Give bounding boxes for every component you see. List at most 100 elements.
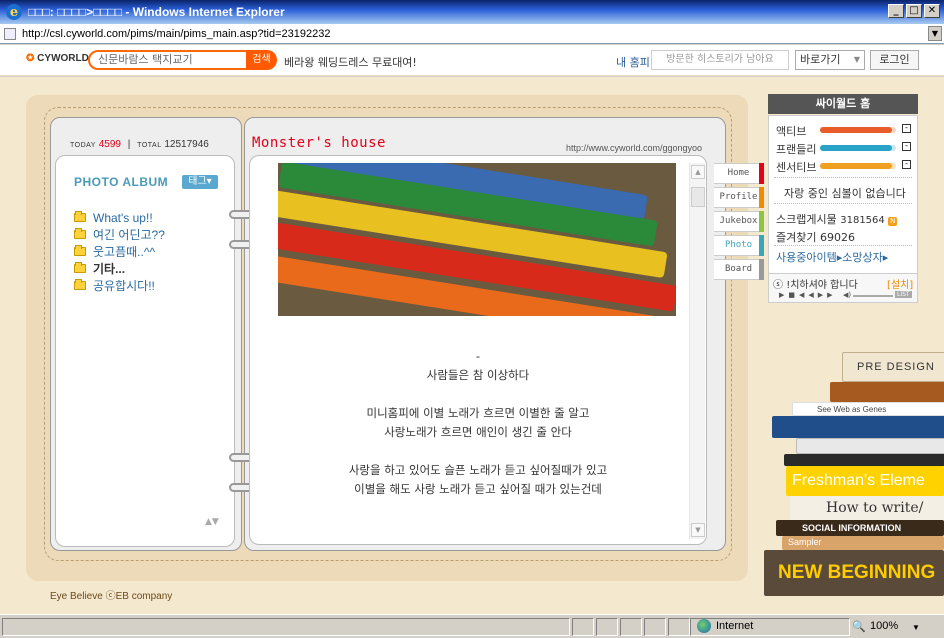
visitor-counter: TODAY 4599 | TOTAL 12517946 <box>70 139 209 150</box>
status-message <box>2 618 570 636</box>
footer-credit: Eye Believe ⓒEB company <box>50 591 173 602</box>
favorites-count[interactable]: 즐겨찾기 69026 <box>776 229 855 245</box>
book-spine <box>796 438 944 454</box>
book-spine: NEW BEGINNING <box>764 550 944 596</box>
post-text: - 사람들은 참 이상하다 미니홈피에 이별 노래가 흐르면 이별한 줄 알고 … <box>348 349 608 496</box>
zoom-dropdown-icon[interactable]: ▼ <box>912 623 920 632</box>
address-bar[interactable]: http://csl.cyworld.com/pims/main/pims_ma… <box>0 24 944 44</box>
search-input[interactable]: 신문바람스 택지교기 <box>88 50 248 70</box>
volume-icon: ◀) <box>843 291 852 299</box>
ie-logo-icon: e <box>6 4 22 20</box>
folder-item[interactable]: 기타... <box>74 260 165 277</box>
total-count: 12517946 <box>164 139 209 150</box>
book-spine: Sampler <box>782 536 944 550</box>
search-button[interactable]: 검색 <box>246 50 277 70</box>
zoom-level[interactable]: 100% <box>870 620 898 632</box>
maximize-button[interactable]: □ <box>906 4 922 18</box>
post-scrollbar[interactable]: ▲ ▼ <box>689 163 705 539</box>
player-controls[interactable]: ▶■◀◀▶▶ <box>779 291 837 299</box>
stat-sensitive-bar <box>820 163 896 169</box>
cyworld-logo[interactable]: ✪ CYWORLD <box>26 53 89 64</box>
page-icon <box>4 27 16 40</box>
login-button[interactable]: 로그인 <box>870 50 919 70</box>
scroll-up-icon[interactable]: ▲ <box>691 165 705 179</box>
album-title: PHOTO ALBUM <box>74 175 169 189</box>
scroll-arrows-icon[interactable]: ▲▼ <box>205 517 219 527</box>
volume-slider[interactable] <box>853 295 893 297</box>
book-spine <box>830 382 944 402</box>
music-info: ⓢ !치하셔야 합니다 <box>773 280 858 291</box>
stat-fill <box>820 127 893 133</box>
address-dropdown-icon[interactable]: ▼ <box>928 26 942 41</box>
status-cell <box>620 618 642 636</box>
home-title: Monster's house <box>252 135 386 151</box>
divider <box>774 177 912 178</box>
stat-fill <box>820 145 893 151</box>
zone-cell <box>690 618 850 636</box>
minimize-button[interactable]: _ <box>888 4 904 18</box>
tab-stripe <box>759 235 764 256</box>
folder-icon <box>74 211 86 222</box>
stat-active-bar <box>820 127 896 133</box>
book-spine: Freshman's Eleme <box>786 466 944 496</box>
tab-board[interactable]: Board <box>714 259 764 280</box>
menu-tabs: Home Profile Jukebox Photo Board <box>714 163 764 283</box>
stat-friendly-bar <box>820 145 896 151</box>
new-badge-icon: N <box>888 217 898 226</box>
book-spine: PRE DESIGN <box>842 352 944 382</box>
window-title: □□□: □□□□>□□□□ - Windows Internet Explor… <box>28 5 285 19</box>
divider <box>774 245 912 246</box>
scrap-count[interactable]: 스크랩게시물 3181564 N <box>776 211 898 227</box>
security-icon[interactable] <box>668 618 690 636</box>
scroll-thumb[interactable] <box>691 187 705 207</box>
promo-link[interactable]: 베라왕 웨딩드레스 무료대여! <box>284 54 417 70</box>
book-spine: See Web as Genes <box>792 402 944 416</box>
install-link[interactable]: [설치] <box>887 276 913 291</box>
tab-jukebox[interactable]: Jukebox <box>714 211 764 232</box>
tab-home[interactable]: Home <box>714 163 764 184</box>
book-spine: How to write/ <box>790 496 944 520</box>
minihompy-page: TODAY 4599 | TOTAL 12517946 PHOTO ALBUM … <box>0 77 944 614</box>
folder-item[interactable]: 웃고픔때..^^ <box>74 243 165 260</box>
collapse-icon[interactable]: - <box>902 124 911 133</box>
collapse-icon[interactable]: - <box>902 142 911 151</box>
home-url[interactable]: http://www.cyworld.com/ggongyoo <box>566 143 702 153</box>
items-link[interactable]: 사용중아이템▸소망상자▸ <box>776 249 888 265</box>
tab-stripe <box>759 211 764 232</box>
status-bar: Internet 🔍 100% ▼ <box>0 614 944 638</box>
playlist-button[interactable]: LIST <box>895 291 912 298</box>
close-button[interactable]: ✕ <box>924 4 940 18</box>
folder-list: What's up!! 여긴 어딘고?? 웃고픔때..^^ 기타... 공유합시… <box>74 209 165 294</box>
folder-icon <box>74 262 86 273</box>
folder-icon <box>74 279 86 290</box>
address-url[interactable]: http://csl.cyworld.com/pims/main/pims_ma… <box>22 28 330 40</box>
chevron-down-icon: ▼ <box>853 55 860 64</box>
status-cell <box>572 618 594 636</box>
window-title-bar[interactable]: e □□□: □□□□>□□□□ - Windows Internet Expl… <box>0 0 944 24</box>
post-photo <box>278 163 676 316</box>
folder-item[interactable]: 공유합시다!! <box>74 277 165 294</box>
tab-stripe <box>759 259 764 280</box>
cyworld-home-button[interactable]: 싸이월드 홈 <box>768 94 918 114</box>
cyworld-toolbar: ✪ CYWORLD 신문바람스 택지교기 검색 베라왕 웨딩드레스 무료대여! … <box>0 45 944 76</box>
my-home-link[interactable]: 내 홈피 <box>616 54 650 70</box>
tab-profile[interactable]: Profile <box>714 187 764 208</box>
tag-button[interactable]: 태그▾ <box>182 175 218 189</box>
folder-item[interactable]: What's up!! <box>74 209 165 226</box>
tab-stripe <box>759 163 764 184</box>
collapse-icon[interactable]: - <box>902 160 911 169</box>
history-box[interactable]: 방문한 히스토리가 남아요 <box>651 50 789 70</box>
book-spine <box>784 454 944 466</box>
stat-fill <box>820 163 893 169</box>
stat-sensitive-label: 센서티브 <box>776 161 817 174</box>
tab-stripe <box>759 187 764 208</box>
scroll-down-icon[interactable]: ▼ <box>691 523 705 537</box>
book-spine <box>772 416 944 438</box>
zoom-icon[interactable]: 🔍 <box>852 620 866 633</box>
tab-photo[interactable]: Photo <box>714 235 764 256</box>
goto-select[interactable]: 바로가기 ▼ <box>795 50 865 70</box>
today-count: 4599 <box>98 139 121 150</box>
stat-friendly-label: 프랜들리 <box>776 143 817 156</box>
status-cell <box>596 618 618 636</box>
folder-item[interactable]: 여긴 어딘고?? <box>74 226 165 243</box>
